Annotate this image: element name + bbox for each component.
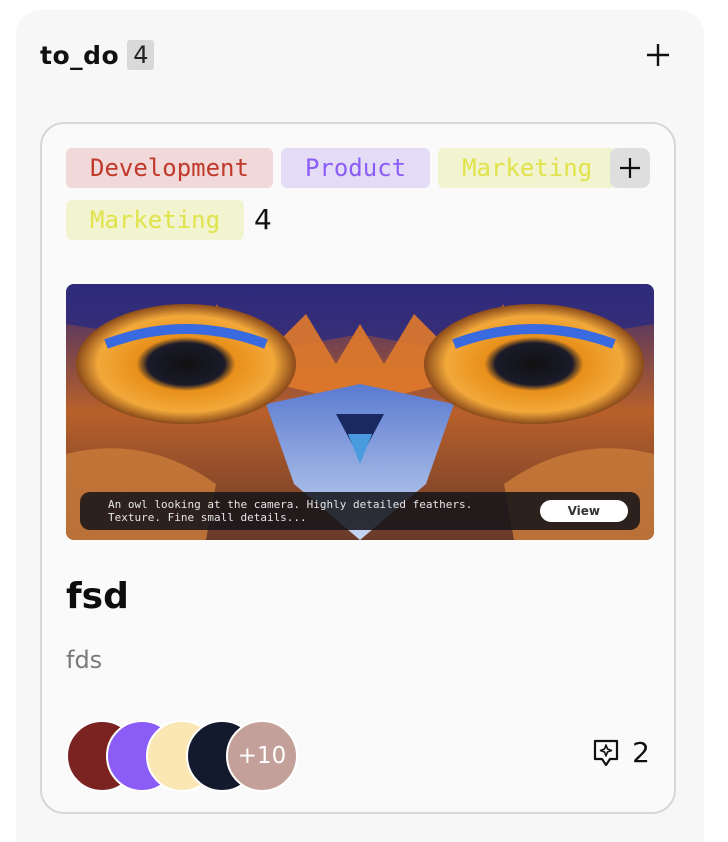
avatar-more-label: +10 [237, 743, 287, 769]
add-tag-button[interactable] [610, 148, 650, 188]
add-card-button[interactable] [640, 37, 676, 73]
tag-list: Development Product Marketing Marketing … [66, 148, 626, 240]
plus-icon [620, 158, 640, 178]
plus-icon [647, 44, 669, 66]
column-title-group: to_do 4 [40, 40, 155, 70]
view-button[interactable]: View [539, 500, 628, 522]
comments-button[interactable]: 2 [592, 736, 650, 769]
cover-caption-bar: An owl looking at the camera. Highly det… [80, 492, 640, 530]
tag[interactable]: Development [66, 148, 273, 188]
tag[interactable]: Product [280, 148, 431, 188]
comment-count: 2 [632, 736, 650, 769]
card-cover-image[interactable]: An owl looking at the camera. Highly det… [66, 284, 654, 540]
column-count-badge: 4 [127, 40, 155, 70]
card-title: fsd [66, 576, 129, 617]
column-title: to_do [40, 40, 120, 70]
card-description: fds [66, 646, 103, 674]
task-card[interactable]: Development Product Marketing Marketing … [40, 122, 676, 814]
tag-overflow-count: 4 [254, 203, 272, 236]
cover-caption: An owl looking at the camera. Highly det… [108, 498, 473, 524]
tag[interactable]: Marketing [66, 200, 245, 240]
assignee-avatars[interactable]: +10 [66, 720, 306, 792]
kanban-column: to_do 4 Development Product Marketing Ma… [16, 10, 704, 842]
tag[interactable]: Marketing [438, 148, 617, 188]
comment-sparkle-icon [594, 739, 619, 766]
column-header: to_do 4 [40, 38, 676, 72]
avatar-more[interactable]: +10 [226, 720, 298, 792]
